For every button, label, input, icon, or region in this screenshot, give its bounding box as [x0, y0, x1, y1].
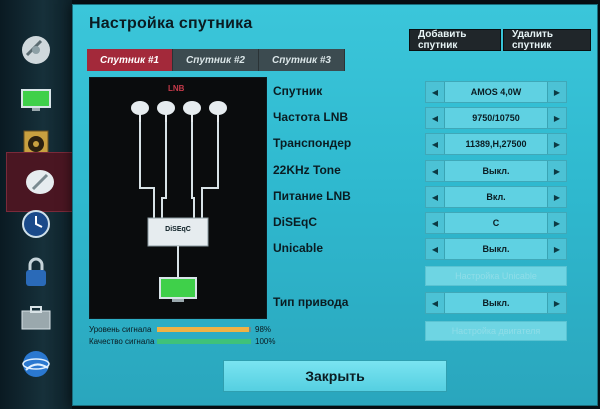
signal-level-value: 98% — [255, 325, 272, 334]
tone-22khz-selector[interactable]: ◀ Выкл. ▶ — [425, 160, 567, 182]
satellite-settings-dialog: Настройка спутника Добавить спутник Удал… — [72, 4, 598, 406]
setting-label-transponder: Транспондер — [273, 136, 352, 150]
setting-row-lnb-power: Питание LNB ◀ Вкл. ▶ — [273, 186, 589, 208]
delete-satellite-button[interactable]: Удалить спутник — [503, 29, 591, 51]
lock-icon — [26, 257, 46, 286]
signal-quality-value: 100% — [255, 337, 276, 346]
satellite-value: AMOS 4,0W — [470, 87, 522, 97]
briefcase-icon — [21, 306, 51, 330]
setting-label-satellite: Спутник — [273, 84, 323, 98]
tone-22khz-value: Выкл. — [482, 166, 510, 176]
diseqc-selector[interactable]: ◀ C ▶ — [425, 212, 567, 234]
side-item-options[interactable] — [10, 296, 62, 340]
motor-type-selector[interactable]: ◀ Выкл. ▶ — [425, 292, 567, 314]
signal-level-fill — [157, 327, 250, 332]
next-arrow-icon[interactable]: ▶ — [547, 213, 566, 233]
diagram-graphic — [131, 101, 227, 302]
receiver-tv-icon — [159, 277, 197, 302]
tab-satellite-2[interactable]: Спутник #2 — [173, 49, 259, 71]
setting-label-lnb-power: Питание LNB — [273, 189, 351, 203]
next-arrow-icon[interactable]: ▶ — [547, 161, 566, 181]
next-arrow-icon[interactable]: ▶ — [547, 187, 566, 207]
side-item-time[interactable] — [10, 202, 62, 246]
satellite-selector[interactable]: ◀ AMOS 4,0W ▶ — [425, 81, 567, 103]
signal-level-row: Уровень сигнала 98% — [89, 325, 271, 334]
transponder-selector[interactable]: ◀ 11389,H,27500 ▶ — [425, 133, 567, 155]
globe-icon — [22, 351, 50, 377]
lnb-power-value: Вкл. — [486, 192, 506, 202]
next-arrow-icon[interactable]: ▶ — [547, 134, 566, 154]
side-item-lock[interactable] — [10, 250, 62, 294]
tab-satellite-3[interactable]: Спутник #3 — [259, 49, 345, 71]
setting-row-lnb-frequency: Частота LNB ◀ 9750/10750 ▶ — [273, 107, 589, 129]
next-arrow-icon[interactable]: ▶ — [547, 82, 566, 102]
prev-arrow-icon[interactable]: ◀ — [426, 161, 445, 181]
setting-label-unicable: Unicable — [273, 241, 324, 255]
lnb-power-selector[interactable]: ◀ Вкл. ▶ — [425, 186, 567, 208]
setting-label-22khz-tone: 22KHz Tone — [273, 163, 341, 177]
transponder-value: 11389,H,27500 — [465, 139, 527, 149]
next-arrow-icon[interactable]: ▶ — [547, 293, 566, 313]
dish-1-icon — [131, 101, 149, 122]
motor-setup-button: Настройка двигателя — [425, 321, 567, 341]
signal-quality-row: Качество сигнала 100% — [89, 337, 275, 346]
dish-2-icon — [157, 101, 175, 122]
prev-arrow-icon[interactable]: ◀ — [426, 82, 445, 102]
setting-row-unicable: Unicable ◀ Выкл. ▶ — [273, 238, 589, 260]
close-button[interactable]: Закрыть — [223, 360, 447, 392]
next-arrow-icon[interactable]: ▶ — [547, 108, 566, 128]
setting-row-diseqc: DiSEqC ◀ C ▶ — [273, 212, 589, 234]
setting-label-diseqc: DiSEqC — [273, 215, 318, 229]
prev-arrow-icon[interactable]: ◀ — [426, 134, 445, 154]
add-satellite-button[interactable]: Добавить спутник — [409, 29, 501, 51]
dish-4-icon — [209, 101, 227, 122]
prev-arrow-icon[interactable]: ◀ — [426, 108, 445, 128]
clock-icon — [22, 210, 50, 238]
prev-arrow-icon[interactable]: ◀ — [426, 239, 445, 259]
lnb-frequency-value: 9750/10750 — [472, 113, 520, 123]
setting-row-22khz-tone: 22KHz Tone ◀ Выкл. ▶ — [273, 160, 589, 182]
motor-type-value: Выкл. — [482, 298, 510, 308]
lnb-connection-diagram: LNB DiSEqC — [89, 77, 267, 319]
unicable-value: Выкл. — [482, 244, 510, 254]
prev-arrow-icon[interactable]: ◀ — [426, 213, 445, 233]
satellite-tabs: Спутник #1 Спутник #2 Спутник #3 — [87, 49, 345, 71]
signal-quality-bar — [157, 339, 251, 344]
unicable-selector[interactable]: ◀ Выкл. ▶ — [425, 238, 567, 260]
satellite-dish-icon — [26, 170, 54, 194]
satellite-icon — [22, 36, 50, 64]
signal-level-bar — [157, 327, 251, 332]
side-item-tv[interactable] — [10, 78, 62, 122]
unicable-setup-button: Настройка Unicable — [425, 266, 567, 286]
diseqc-value: C — [492, 218, 500, 228]
setting-label-motor-type: Тип привода — [273, 295, 349, 309]
setting-row-motor-type: Тип привода ◀ Выкл. ▶ — [273, 292, 589, 314]
tab-satellite-1[interactable]: Спутник #1 — [87, 49, 173, 71]
prev-arrow-icon[interactable]: ◀ — [426, 187, 445, 207]
side-item-network[interactable] — [10, 342, 62, 386]
setting-label-lnb-frequency: Частота LNB — [273, 110, 349, 124]
dish-3-icon — [183, 101, 201, 122]
setting-row-satellite: Спутник ◀ AMOS 4,0W ▶ — [273, 81, 589, 103]
side-menu — [0, 0, 74, 409]
setting-row-transponder: Транспондер ◀ 11389,H,27500 ▶ — [273, 133, 589, 155]
dialog-title: Настройка спутника — [89, 15, 253, 32]
signal-quality-fill — [157, 339, 251, 344]
next-arrow-icon[interactable]: ▶ — [547, 239, 566, 259]
prev-arrow-icon[interactable]: ◀ — [426, 293, 445, 313]
signal-level-label: Уровень сигнала — [89, 325, 152, 334]
lnb-frequency-selector[interactable]: ◀ 9750/10750 ▶ — [425, 107, 567, 129]
signal-quality-label: Качество сигнала — [89, 337, 155, 346]
tv-screen-icon — [21, 89, 51, 111]
side-item-satellite[interactable] — [10, 28, 62, 72]
diseqc-switch-label: DiSEqC — [165, 226, 191, 233]
